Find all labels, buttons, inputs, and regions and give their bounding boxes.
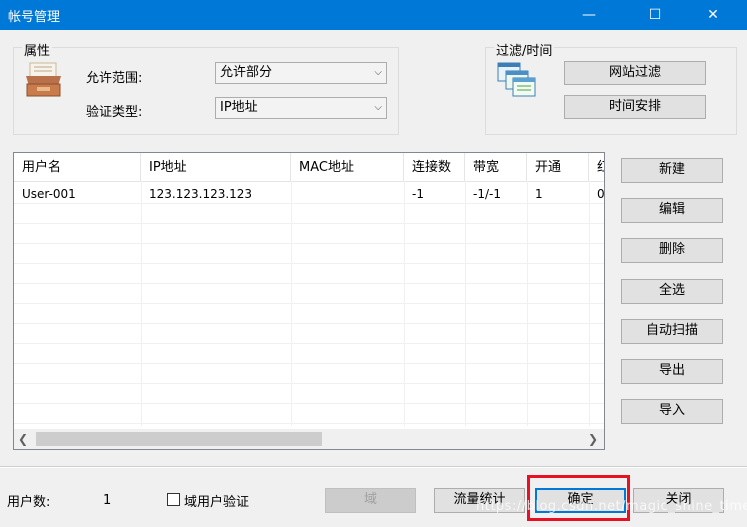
edit-button[interactable]: 编辑	[621, 198, 723, 223]
cell-enabled: 1	[535, 187, 543, 201]
scope-label: 允许范围:	[86, 71, 143, 86]
schedule-button[interactable]: 时间安排	[564, 95, 706, 119]
auto-scan-button[interactable]: 自动扫描	[621, 319, 723, 344]
column-header-extra[interactable]: 红	[589, 153, 604, 181]
user-count-value: 1	[103, 493, 112, 508]
column-header-enabled[interactable]: 开通	[527, 153, 589, 181]
column-header-username[interactable]: 用户名	[14, 153, 141, 181]
table-header: 用户名 IP地址 MAC地址 连接数 带宽 开通 红	[14, 153, 604, 182]
properties-group	[13, 47, 399, 135]
grid-divider	[14, 303, 604, 304]
grid-divider	[14, 363, 604, 364]
new-button[interactable]: 新建	[621, 158, 723, 183]
column-header-ip[interactable]: IP地址	[141, 153, 291, 181]
auth-type-select[interactable]: IP地址 ⌵	[215, 97, 387, 119]
scroll-right-icon[interactable]: ❯	[584, 429, 602, 449]
auth-type-label: 验证类型:	[86, 105, 143, 120]
grid-divider	[14, 203, 604, 204]
site-filter-button[interactable]: 网站过滤	[564, 61, 706, 85]
horizontal-scrollbar[interactable]: ❮ ❯	[14, 429, 604, 449]
delete-button[interactable]: 删除	[621, 238, 723, 263]
auth-type-select-value: IP地址	[220, 100, 258, 115]
scroll-left-icon[interactable]: ❮	[14, 429, 32, 449]
title-bar: 帐号管理 — ☐ ✕	[0, 0, 747, 30]
cell-mac	[291, 185, 404, 203]
cell-bandwidth: -1/-1	[473, 187, 501, 201]
watermark: https://blog.csdn.net/magic_shine_time	[476, 499, 747, 514]
grid-divider	[14, 383, 604, 384]
user-count-label: 用户数:	[7, 495, 51, 510]
highlight-box	[527, 475, 630, 521]
scope-select[interactable]: 允许部分 ⌵	[215, 62, 387, 84]
grid-divider	[14, 343, 604, 344]
grid-divider	[14, 263, 604, 264]
grid-divider	[14, 423, 604, 424]
stacked-windows-icon	[497, 62, 537, 98]
column-header-connections[interactable]: 连接数	[404, 153, 465, 181]
footer-divider-highlight	[0, 467, 747, 468]
chevron-down-icon: ⌵	[374, 102, 382, 113]
inbox-tray-icon	[25, 62, 63, 98]
chevron-down-icon: ⌵	[374, 67, 382, 78]
account-management-window: 帐号管理 — ☐ ✕ 属性 允许范围: 允许部分 ⌵ 验证类型: IP地址 ⌵ …	[0, 0, 747, 527]
grid-divider	[14, 223, 604, 224]
domain-auth-label[interactable]: 域用户验证	[184, 491, 249, 510]
grid-divider	[14, 403, 604, 404]
grid-divider	[14, 283, 604, 284]
users-table[interactable]: 用户名 IP地址 MAC地址 连接数 带宽 开通 红 User-001 123.…	[13, 152, 605, 450]
scope-select-value: 允许部分	[220, 65, 273, 80]
grid-divider	[14, 323, 604, 324]
domain-auth-checkbox[interactable]	[167, 493, 180, 506]
maximize-icon[interactable]: ☐	[632, 0, 678, 30]
cell-username: User-001	[22, 187, 76, 201]
select-all-button[interactable]: 全选	[621, 279, 723, 304]
column-header-mac[interactable]: MAC地址	[291, 153, 404, 181]
export-button[interactable]: 导出	[621, 359, 723, 384]
domain-button[interactable]: 域	[325, 488, 416, 513]
properties-group-label: 属性	[22, 40, 53, 59]
close-icon[interactable]: ✕	[690, 0, 736, 30]
cell-extra: 0	[597, 187, 604, 201]
import-button[interactable]: 导入	[621, 399, 723, 424]
cell-ip: 123.123.123.123	[149, 187, 253, 201]
minimize-icon[interactable]: —	[566, 0, 612, 30]
column-header-bandwidth[interactable]: 带宽	[465, 153, 527, 181]
window-title: 帐号管理	[8, 10, 61, 25]
grid-divider	[14, 243, 604, 244]
cell-connections: -1	[412, 187, 424, 201]
filter-time-group-label: 过滤/时间	[494, 40, 555, 59]
scrollbar-thumb[interactable]	[36, 432, 322, 446]
